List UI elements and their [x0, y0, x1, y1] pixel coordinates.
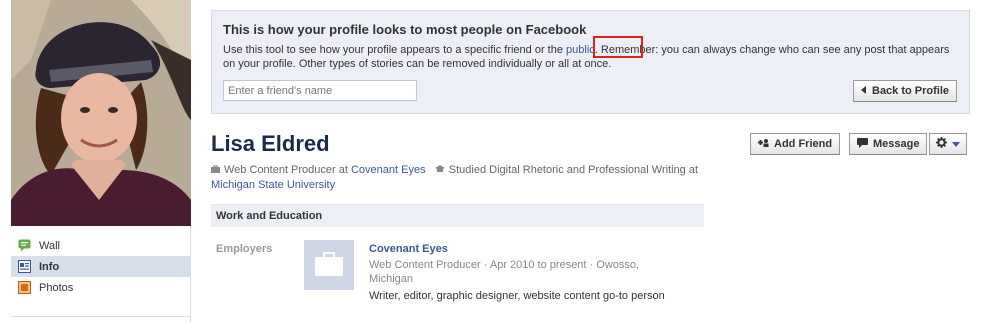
- left-nav: Wall Info Photos: [11, 235, 191, 298]
- back-to-profile-button[interactable]: Back to Profile: [853, 80, 958, 102]
- message-icon: [857, 137, 868, 151]
- message-label: Message: [873, 138, 920, 150]
- add-friend-label: Add Friend: [774, 138, 833, 150]
- gear-icon: [936, 137, 947, 151]
- wall-icon: [18, 239, 31, 252]
- add-friend-button[interactable]: Add Friend: [750, 133, 841, 155]
- profile-page: Wall Info Photos This is how your profil…: [0, 0, 987, 323]
- employer-meta: Web Content Producer · Apr 2010 to prese…: [369, 259, 640, 285]
- nav-item-label: Wall: [39, 239, 60, 252]
- nav-item-label: Photos: [39, 281, 74, 294]
- profile-info-line: Web Content Producer at Covenant Eyes St…: [211, 163, 701, 193]
- settings-menu-button[interactable]: [929, 133, 967, 155]
- job-title-text: Web Content Producer at: [224, 164, 351, 176]
- work-education-header: Work and Education: [211, 204, 704, 227]
- nav-item-info[interactable]: Info: [11, 256, 191, 277]
- back-arrow-icon: [861, 85, 867, 97]
- employer-description: Writer, editor, graphic designer, websit…: [369, 290, 665, 302]
- left-column: Wall Info Photos: [0, 0, 191, 323]
- school-icon: [434, 163, 445, 178]
- preview-title: This is how your profile looks to most p…: [223, 22, 587, 37]
- school-link[interactable]: Michigan State University: [211, 179, 335, 191]
- message-button[interactable]: Message: [849, 133, 928, 155]
- employers-label: Employers: [216, 243, 273, 255]
- briefcase-icon: [315, 252, 343, 276]
- divider: [11, 316, 191, 317]
- profile-photo[interactable]: [11, 0, 191, 226]
- chevron-down-icon: [952, 138, 960, 150]
- info-icon: [18, 260, 31, 273]
- nav-item-label: Info: [39, 260, 60, 273]
- employer-logo[interactable]: [304, 240, 354, 290]
- employer-name-link[interactable]: Covenant Eyes: [369, 243, 448, 255]
- profile-name: Lisa Eldred: [211, 131, 330, 156]
- preview-desc-text: Use this tool to see how your profile ap…: [223, 44, 567, 56]
- nav-item-wall[interactable]: Wall: [11, 235, 191, 256]
- add-friend-icon: [758, 138, 769, 150]
- profile-preview-banner: This is how your profile looks to most p…: [211, 10, 970, 114]
- photos-icon: [18, 281, 31, 294]
- employer-link[interactable]: Covenant Eyes: [351, 164, 426, 176]
- back-to-profile-label: Back to Profile: [872, 85, 950, 97]
- friend-name-input[interactable]: [223, 80, 417, 101]
- briefcase-icon: [211, 163, 220, 178]
- highlight-annotation: [593, 36, 643, 58]
- public-link[interactable]: public: [566, 44, 595, 56]
- education-text: Studied Digital Rhetoric and Professiona…: [448, 164, 699, 176]
- nav-item-photos[interactable]: Photos: [11, 277, 191, 298]
